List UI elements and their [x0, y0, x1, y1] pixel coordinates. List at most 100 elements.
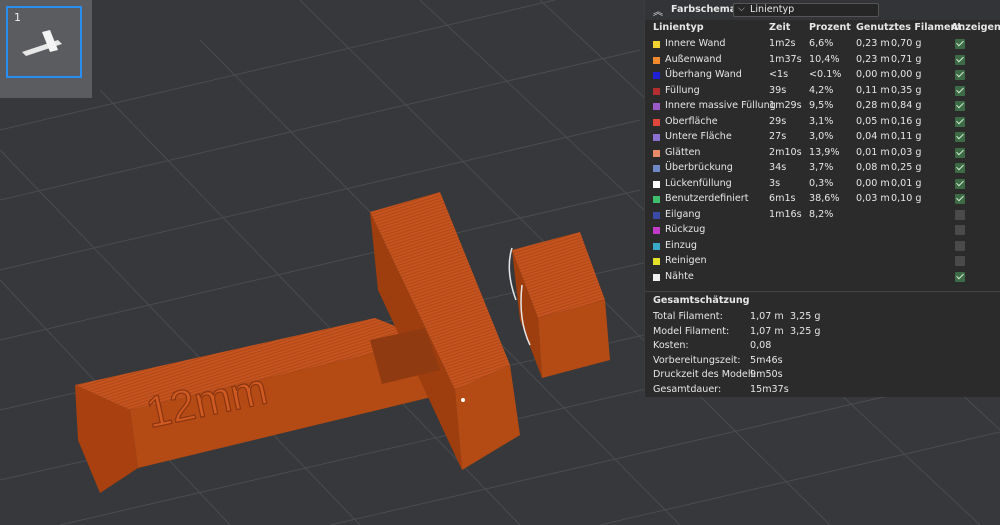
- linetype-weight: 0,16 g: [891, 115, 922, 127]
- linetype-length: 0,03 m: [856, 193, 890, 204]
- show-checkbox[interactable]: [955, 225, 965, 235]
- legend-row: Lückenfüllung 3s 0,3% 0,00 m 0,01 g: [645, 176, 1000, 192]
- linetype-weight: 0,35 g: [891, 84, 922, 96]
- summary-value: 1,07 m: [750, 311, 784, 322]
- legend-row: Nähte: [645, 269, 1000, 285]
- linetype-weight: 0,10 g: [891, 193, 922, 204]
- linetype-length: 0,11 m: [856, 84, 890, 96]
- linetype-time: 1m37s: [769, 53, 802, 65]
- legend-row: Untere Fläche 27s 3,0% 0,04 m 0,11 g: [645, 129, 1000, 145]
- show-checkbox[interactable]: [955, 147, 965, 158]
- show-checkbox[interactable]: [955, 132, 965, 142]
- color-swatch: [653, 41, 660, 48]
- linetype-weight: 0,71 g: [891, 53, 922, 65]
- legend-row: Reinigen: [645, 253, 1000, 269]
- 3d-model[interactable]: [75, 192, 610, 493]
- show-checkbox[interactable]: [955, 240, 965, 251]
- color-swatch: [653, 87, 660, 95]
- summary-row: Model Filament: 1,07 m 3,25 g: [653, 326, 993, 341]
- summary-row: Gesamtdauer: 15m37s: [653, 384, 993, 399]
- legend-row: Rückzug: [645, 222, 1000, 238]
- color-swatch: [653, 134, 660, 141]
- linetype-time: <1s: [769, 69, 789, 80]
- linetype-percent: 9,5%: [809, 100, 834, 111]
- linetype-name: Reinigen: [665, 255, 707, 266]
- linetype-percent: 3,7%: [809, 162, 834, 173]
- show-checkbox[interactable]: [955, 178, 965, 189]
- plate-thumbnail[interactable]: 1: [0, 0, 92, 98]
- summary-value: 15m37s: [750, 384, 789, 395]
- linetype-length: 0,08 m: [856, 162, 890, 173]
- column-time: Zeit: [769, 22, 791, 33]
- linetype-name: Rückzug: [665, 224, 706, 235]
- show-checkbox[interactable]: [955, 39, 965, 49]
- summary-row: Kosten: 0,08: [653, 340, 993, 355]
- legend-panel: ︽ Farbschema ⌵ Linientyp Linientyp Zeit …: [644, 0, 1000, 397]
- show-checkbox[interactable]: [955, 209, 965, 220]
- collapse-icon[interactable]: ︽: [653, 3, 663, 18]
- linetype-weight: 0,03 g: [891, 146, 922, 158]
- color-swatch: [653, 149, 660, 157]
- linetype-percent: 38,6%: [809, 193, 840, 204]
- show-checkbox[interactable]: [955, 54, 965, 65]
- color-swatch: [653, 273, 660, 281]
- legend-row: Innere massive Füllung 1m29s 9,5% 0,28 m 0,8…: [645, 98, 1000, 114]
- chevron-down-icon: ⌵: [738, 4, 745, 14]
- summary-value: 0,08: [750, 340, 772, 352]
- color-swatch: [653, 196, 660, 203]
- linetype-time: 6m1s: [769, 193, 796, 204]
- color-scheme-dropdown[interactable]: ⌵ Linientyp: [733, 3, 879, 17]
- legend-header: ︽ Farbschema ⌵ Linientyp: [645, 0, 1000, 20]
- linetype-name: Benutzerdefiniert: [665, 193, 749, 204]
- show-checkbox[interactable]: [955, 85, 965, 96]
- linetype-name: Innere Wand: [665, 38, 726, 49]
- linetype-percent: 0,3%: [809, 177, 834, 189]
- linetype-percent: <0.1%: [809, 69, 842, 80]
- linetype-percent: 13,9%: [809, 146, 840, 158]
- legend-column-headers: Linientyp Zeit Prozent Genutztes Filamen…: [645, 20, 1000, 36]
- linetype-percent: 8,2%: [809, 208, 834, 220]
- show-checkbox[interactable]: [955, 70, 965, 80]
- linetype-percent: 3,1%: [809, 115, 834, 127]
- linetype-name: Einzug: [665, 239, 698, 251]
- linetype-length: 0,23 m: [856, 38, 890, 49]
- show-checkbox[interactable]: [955, 116, 965, 127]
- summary-value: 5m46s: [750, 354, 783, 366]
- linetype-length: 0,00 m: [856, 177, 890, 189]
- linetype-name: Untere Fläche: [665, 131, 732, 142]
- linetype-name: Lückenfüllung: [665, 177, 732, 189]
- legend-row: Füllung 39s 4,2% 0,11 m 0,35 g: [645, 83, 1000, 99]
- linetype-name: Außenwand: [665, 53, 722, 65]
- linetype-length: 0,04 m: [856, 131, 890, 142]
- linetype-name: Eilgang: [665, 208, 701, 220]
- show-checkbox[interactable]: [955, 194, 965, 204]
- linetype-name: Nähte: [665, 270, 694, 282]
- summary-value-2: 3,25 g: [790, 311, 821, 322]
- color-swatch: [653, 56, 660, 64]
- legend-row: Benutzerdefiniert 6m1s 38,6% 0,03 m 0,10 g: [645, 191, 1000, 207]
- show-checkbox[interactable]: [955, 256, 965, 266]
- linetype-weight: 0,11 g: [891, 131, 922, 142]
- show-checkbox[interactable]: [955, 271, 965, 282]
- summary-value: 1,07 m: [750, 325, 784, 337]
- column-percent: Prozent: [809, 22, 851, 33]
- color-swatch: [653, 227, 660, 234]
- show-checkbox[interactable]: [955, 163, 965, 173]
- linetype-time: 34s: [769, 162, 787, 173]
- summary-row: Total Filament: 1,07 m 3,25 g: [653, 311, 993, 326]
- linetype-time: 1m16s: [769, 208, 802, 220]
- legend-row: Glätten 2m10s 13,9% 0,01 m 0,03 g: [645, 145, 1000, 161]
- summary-label: Gesamtdauer:: [653, 384, 722, 395]
- color-swatch: [653, 258, 660, 265]
- linetype-percent: 6,6%: [809, 38, 834, 49]
- summary-label: Druckzeit des Modell:: [653, 369, 757, 381]
- linetype-weight: 0,70 g: [891, 38, 922, 49]
- legend-row: Außenwand 1m37s 10,4% 0,23 m 0,71 g: [645, 52, 1000, 68]
- linetype-weight: 0,84 g: [891, 100, 922, 111]
- linetype-time: 1m2s: [769, 38, 796, 49]
- linetype-time: 39s: [769, 84, 787, 96]
- thumbnail-model-icon: [22, 30, 62, 56]
- show-checkbox[interactable]: [955, 101, 965, 111]
- color-swatch: [653, 72, 660, 79]
- color-swatch: [653, 118, 660, 126]
